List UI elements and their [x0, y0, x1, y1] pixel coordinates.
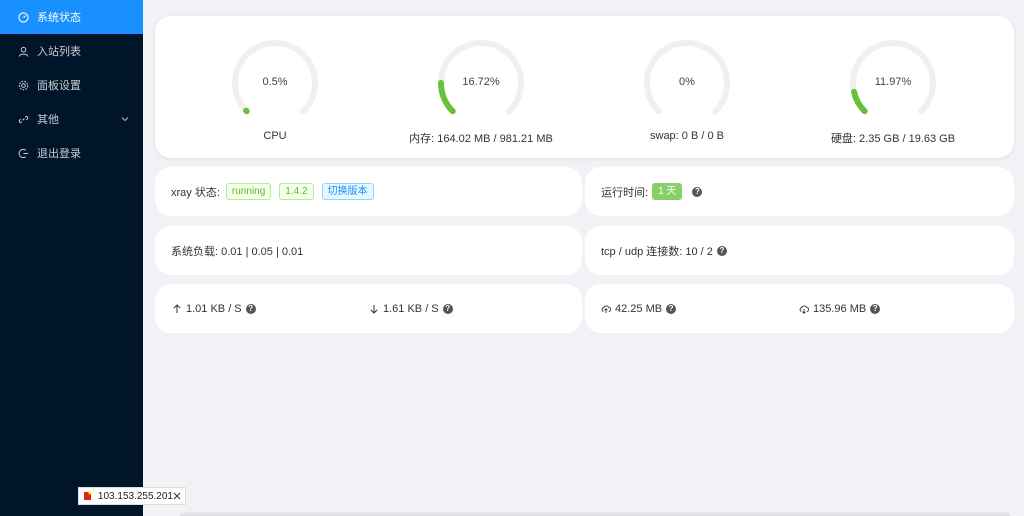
- xray-running-tag: running: [225, 183, 272, 200]
- gauge-percent: 0.5%: [262, 76, 288, 88]
- xray-version-tag: 1.4.2: [279, 183, 314, 200]
- traffic-received: 135.96 MB ?: [799, 284, 881, 333]
- gauge-label: swap: 0 B / 0 B: [650, 130, 724, 142]
- system-load-text: 系统负载: 0.01 | 0.05 | 0.01: [171, 245, 304, 258]
- traffic-sent: 42.25 MB ?: [601, 284, 677, 333]
- system-load-card: 系统负载: 0.01 | 0.05 | 0.01: [155, 226, 582, 275]
- menu-item-label: 退出登录: [37, 148, 81, 160]
- traffic-sent-value: 42.25 MB: [615, 302, 663, 315]
- gear-icon: [17, 79, 29, 91]
- xray-status-label: xray 状态:: [171, 186, 220, 199]
- cloud-download-icon: [799, 304, 809, 314]
- gauge-label: CPU: [263, 130, 287, 142]
- memory-gauge: 16.72% 内存: 164.02 MB / 981.21 MB: [391, 38, 571, 146]
- gauge-percent: 11.97%: [874, 76, 912, 88]
- menu-item-inbounds[interactable]: 入站列表: [0, 34, 143, 68]
- connections-text: tcp / udp 连接数: 10 / 2: [601, 245, 713, 258]
- arrow-up-icon: [173, 303, 181, 313]
- menu-item-system-status[interactable]: 系统状态: [0, 0, 143, 34]
- connections-card: tcp / udp 连接数: 10 / 2 ?: [585, 226, 1014, 275]
- bottom-edge: [180, 512, 1010, 516]
- menu-item-panel-settings[interactable]: 面板设置: [0, 68, 143, 102]
- menu-item-label: 系统状态: [37, 12, 81, 24]
- disk-gauge: 11.97% 硬盘: 2.35 GB / 19.63 GB: [803, 38, 983, 146]
- upload-speed-value: 1.01 KB / S: [186, 302, 242, 315]
- logout-icon: [17, 147, 29, 159]
- uptime-value-tag: 1 天: [652, 183, 683, 200]
- uptime-card: 运行时间: 1 天 ?: [585, 167, 1014, 216]
- menu-item-other[interactable]: 其他: [0, 102, 143, 136]
- link-icon: [17, 113, 29, 125]
- gauge-label: 硬盘: 2.35 GB / 19.63 GB: [830, 133, 956, 145]
- gauge-label: 内存: 164.02 MB / 981.21 MB: [409, 133, 553, 145]
- help-icon[interactable]: ?: [245, 303, 256, 314]
- cpu-gauge: 0.5% CPU: [185, 38, 365, 142]
- cloud-upload-icon: [601, 304, 611, 313]
- download-speed-value: 1.61 KB / S: [383, 302, 439, 315]
- switch-version-button[interactable]: 切换版本: [321, 183, 374, 200]
- gauge-percent: 16.72%: [462, 76, 500, 88]
- dashboard-icon: [17, 11, 29, 23]
- menu-item-label: 其他: [37, 114, 59, 126]
- vietnam-flag-icon: [84, 489, 93, 500]
- uptime-label: 运行时间:: [601, 186, 649, 199]
- system-gauges-card: 0.5% CPU 16.72% 内存: 164.02 MB / 981.21 M…: [155, 16, 1014, 158]
- menu-item-label: 入站列表: [37, 46, 81, 58]
- network-speed-card: 1.01 KB / S ? 1.61 KB / S ?: [155, 284, 582, 333]
- gauge-percent: 0%: [679, 76, 695, 88]
- arrow-down-icon: [370, 304, 378, 314]
- traffic-received-value: 135.96 MB: [813, 302, 867, 315]
- sidebar: 系统状态 入站列表 面板设置 其他 退出登录: [0, 0, 143, 516]
- help-icon[interactable]: ?: [692, 186, 703, 197]
- download-speed: 1.61 KB / S ?: [369, 284, 453, 333]
- swap-gauge: 0% swap: 0 B / 0 B: [597, 38, 777, 142]
- menu-item-label: 面板设置: [37, 80, 81, 92]
- ip-address-text: 103.153.255.201: [97, 490, 173, 502]
- help-icon[interactable]: ?: [716, 245, 727, 256]
- ip-address-bar: 103.153.255.201: [78, 487, 186, 505]
- user-icon: [17, 45, 29, 57]
- help-icon[interactable]: ?: [442, 303, 453, 314]
- xray-status-card: xray 状态: running 1.4.2 切换版本: [155, 167, 582, 216]
- traffic-card: 42.25 MB ? 135.96 MB ?: [585, 284, 1014, 333]
- chevron-down-icon: [121, 114, 129, 122]
- upload-speed: 1.01 KB / S ?: [172, 284, 256, 333]
- menu-item-logout[interactable]: 退出登录: [0, 136, 143, 170]
- help-icon[interactable]: ?: [870, 303, 881, 314]
- close-icon[interactable]: [173, 492, 181, 500]
- help-icon[interactable]: ?: [666, 303, 677, 314]
